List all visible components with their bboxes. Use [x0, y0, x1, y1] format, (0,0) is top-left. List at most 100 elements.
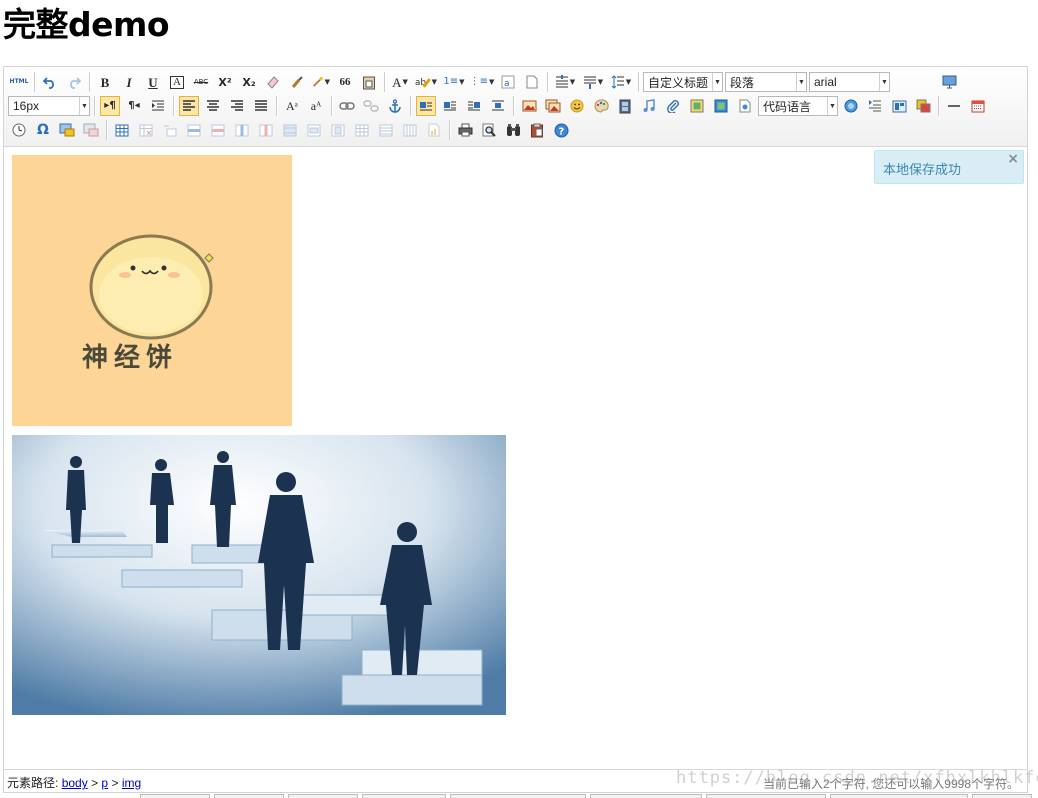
template-button[interactable]	[889, 96, 909, 116]
superscript-button[interactable]: X²	[215, 72, 235, 92]
drafts-button[interactable]	[527, 120, 547, 140]
align-center-button[interactable]	[203, 96, 223, 116]
direction-ltr-button[interactable]: ▸¶	[100, 96, 120, 116]
split-cols-button[interactable]	[400, 120, 420, 140]
special-chars-button[interactable]: Ω	[33, 120, 53, 140]
path-link-body[interactable]: body	[62, 776, 88, 790]
undo-button[interactable]	[40, 72, 60, 92]
ordered-list-button[interactable]: 1≡ ▼	[442, 72, 466, 92]
time-button[interactable]	[9, 120, 29, 140]
image-center-button[interactable]	[488, 96, 508, 116]
path-link-p[interactable]: p	[101, 776, 108, 790]
close-icon[interactable]: ×	[1007, 151, 1019, 167]
strikethrough-button[interactable]: ABC	[191, 72, 211, 92]
unordered-list-button[interactable]: ⋮≡ ▼	[470, 72, 495, 92]
code-language-select[interactable]: 代码语言 ▼	[758, 96, 838, 116]
underline-button[interactable]: U	[143, 72, 163, 92]
merge-down-button[interactable]	[328, 120, 348, 140]
simple-upload-button[interactable]: a	[498, 72, 518, 92]
help-button[interactable]: ?	[551, 120, 571, 140]
image-none-button[interactable]	[416, 96, 436, 116]
music-button[interactable]	[639, 96, 659, 116]
font-border-button[interactable]: A	[167, 72, 187, 92]
insert-row-button[interactable]	[184, 120, 204, 140]
to-uppercase-button[interactable]: Aᵃ	[282, 96, 302, 116]
align-left-button[interactable]	[179, 96, 199, 116]
backcolor-button[interactable]: ab ▼	[414, 72, 438, 92]
insert-code-button[interactable]	[711, 96, 731, 116]
font-size-select[interactable]: 16px ▼	[8, 96, 90, 116]
line-height-button[interactable]: ▼	[609, 72, 633, 92]
bottom-tab[interactable]	[830, 794, 968, 798]
bold-button[interactable]: B	[95, 72, 115, 92]
auto-typeset-button[interactable]: ▼	[311, 72, 331, 92]
format-match-button[interactable]	[287, 72, 307, 92]
link-button[interactable]	[337, 96, 357, 116]
editor-content-area[interactable]: 神经饼	[4, 148, 1027, 769]
snapscreen-button[interactable]	[57, 120, 77, 140]
row-spacing-top-button[interactable]: ▼	[553, 72, 577, 92]
bottom-tab[interactable]	[972, 794, 1032, 798]
content-image-business[interactable]	[12, 435, 506, 715]
indent-button[interactable]	[148, 96, 168, 116]
date-button[interactable]	[968, 96, 988, 116]
font-family-select[interactable]: arial ▼	[809, 72, 890, 92]
path-link-img[interactable]: img	[122, 776, 141, 790]
bottom-tab[interactable]	[706, 794, 826, 798]
insert-frame-button[interactable]	[687, 96, 707, 116]
bottom-tab[interactable]	[450, 794, 586, 798]
print-button[interactable]	[455, 120, 475, 140]
page-break-button[interactable]	[735, 96, 755, 116]
scrawl-button[interactable]	[591, 96, 611, 116]
bottom-tab[interactable]	[362, 794, 446, 798]
split-cells-button[interactable]	[352, 120, 372, 140]
unlink-button[interactable]	[361, 96, 381, 116]
delete-row-button[interactable]	[208, 120, 228, 140]
italic-button[interactable]: I	[119, 72, 139, 92]
insert-video-button[interactable]	[615, 96, 635, 116]
redo-button[interactable]	[64, 72, 84, 92]
html-source-button[interactable]: HTML	[9, 72, 29, 92]
align-right-button[interactable]	[227, 96, 247, 116]
align-justify-button[interactable]	[251, 96, 271, 116]
multi-image-button[interactable]	[543, 96, 563, 116]
background-button[interactable]	[913, 96, 933, 116]
paste-plain-button[interactable]	[359, 72, 379, 92]
insert-col-button[interactable]	[232, 120, 252, 140]
preview-button[interactable]	[479, 120, 499, 140]
split-rows-button[interactable]	[376, 120, 396, 140]
attachment-button[interactable]	[663, 96, 683, 116]
new-document-button[interactable]	[522, 72, 542, 92]
word-image-button[interactable]	[81, 120, 101, 140]
search-replace-button[interactable]	[503, 120, 523, 140]
insert-image-button[interactable]	[519, 96, 539, 116]
chart-button[interactable]	[424, 120, 444, 140]
row-spacing-bottom-button[interactable]: ▼	[581, 72, 605, 92]
paragraph-select[interactable]: 段落 ▼	[725, 72, 807, 92]
fullscreen-button[interactable]	[939, 72, 959, 92]
bottom-tab[interactable]	[214, 794, 284, 798]
merge-right-button[interactable]	[304, 120, 324, 140]
image-left-button[interactable]	[440, 96, 460, 116]
anchor-button[interactable]	[385, 96, 405, 116]
page-break-insert-button[interactable]	[865, 96, 885, 116]
merge-cells-button[interactable]	[280, 120, 300, 140]
bottom-tab[interactable]	[590, 794, 702, 798]
horizontal-rule-button[interactable]	[944, 96, 964, 116]
map-button[interactable]	[841, 96, 861, 116]
image-right-button[interactable]	[464, 96, 484, 116]
insert-paragraph-before-table-button[interactable]	[160, 120, 180, 140]
direction-rtl-button[interactable]: ¶◂	[124, 96, 144, 116]
emotion-button[interactable]	[567, 96, 587, 116]
bottom-tab[interactable]	[288, 794, 358, 798]
custom-heading-select[interactable]: 自定义标题 ▼	[643, 72, 723, 92]
subscript-button[interactable]: X₂	[239, 72, 259, 92]
bottom-tab[interactable]	[140, 794, 210, 798]
blockquote-button[interactable]: 66	[335, 72, 355, 92]
delete-table-button[interactable]	[136, 120, 156, 140]
to-lowercase-button[interactable]: aᴬ	[306, 96, 326, 116]
delete-col-button[interactable]	[256, 120, 276, 140]
remove-format-button[interactable]	[263, 72, 283, 92]
insert-table-button[interactable]	[112, 120, 132, 140]
content-image-bun[interactable]: 神经饼	[12, 155, 292, 426]
